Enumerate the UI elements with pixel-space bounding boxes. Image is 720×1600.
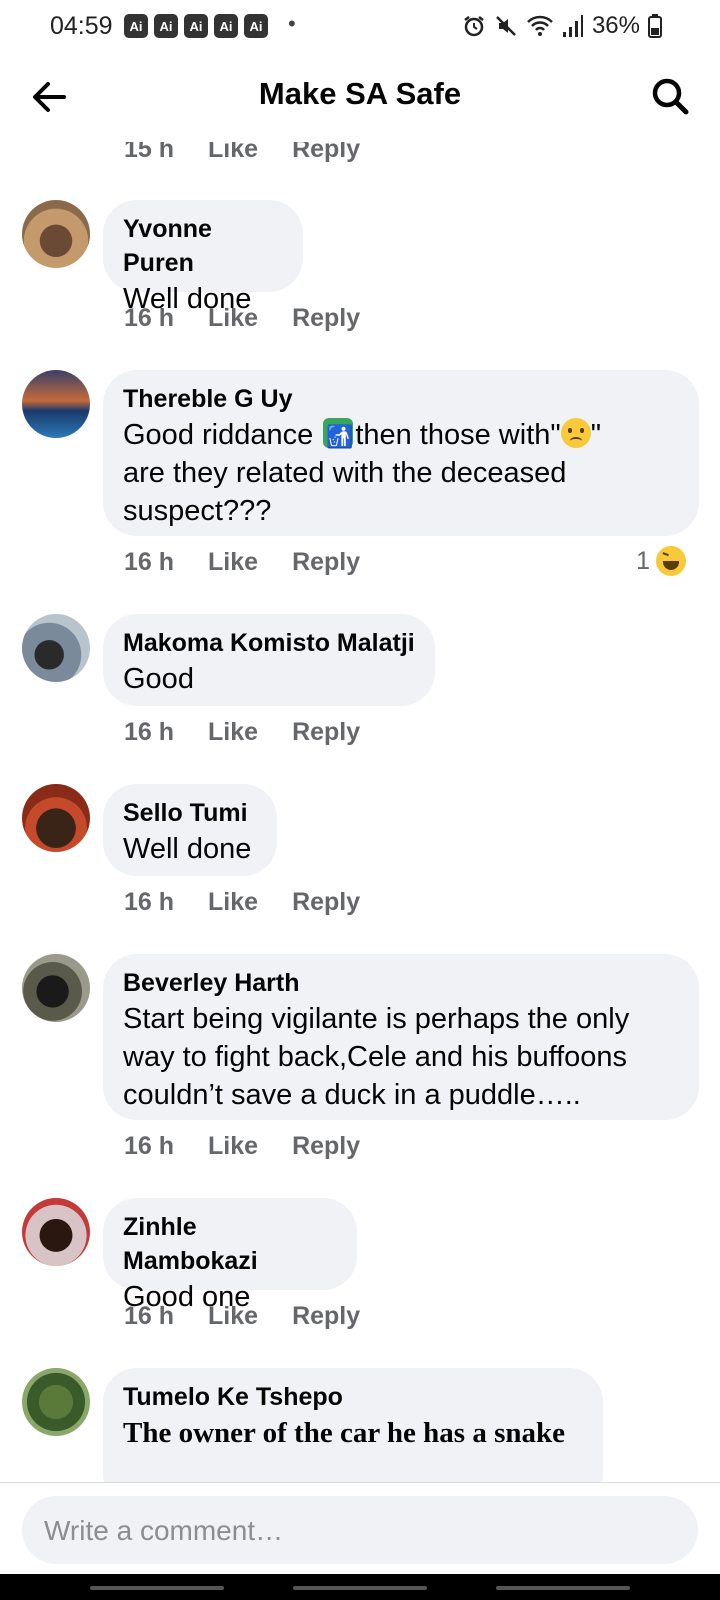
like-button[interactable]: Like bbox=[208, 548, 258, 577]
comment-author[interactable]: Thereble G Uy bbox=[123, 382, 679, 416]
reaction-summary[interactable]: 1 bbox=[636, 546, 686, 576]
comment-time: 16 h bbox=[124, 1302, 175, 1330]
comment-author[interactable]: Yvonne Puren bbox=[123, 212, 283, 280]
comment-time: 15 h bbox=[124, 142, 175, 163]
avatar[interactable] bbox=[22, 784, 90, 852]
avatar[interactable] bbox=[22, 614, 90, 682]
battery-percent: 36% bbox=[591, 12, 640, 39]
ai-notification-icon: Ai bbox=[244, 14, 268, 38]
nav-handle[interactable] bbox=[90, 1586, 224, 1590]
comment-actions: 16 h Like Reply bbox=[124, 718, 360, 747]
like-button[interactable]: Like bbox=[208, 142, 258, 164]
comment-bubble: Thereble G Uy Good riddance then those w… bbox=[103, 370, 699, 536]
reply-button[interactable]: Reply bbox=[292, 888, 360, 917]
comment-bubble: Sello Tumi Well done bbox=[103, 784, 277, 876]
comment-input[interactable] bbox=[42, 1496, 666, 1566]
comment-bubble: Yvonne Puren Well done bbox=[103, 200, 303, 315]
reply-button[interactable]: Reply bbox=[292, 304, 360, 333]
reply-button[interactable]: Reply bbox=[292, 718, 360, 747]
status-time: 04:59 bbox=[50, 12, 113, 40]
comment-actions: 16 h Like Reply bbox=[124, 1132, 360, 1161]
comment-text: The owner of the car he has a snake bbox=[123, 1417, 565, 1449]
like-button[interactable]: Like bbox=[208, 888, 258, 917]
nav-handle[interactable] bbox=[293, 1586, 427, 1590]
comment-actions: 15 h Like Reply bbox=[124, 142, 360, 164]
alarm-icon bbox=[464, 16, 484, 37]
comment-text-part: " bbox=[590, 419, 601, 451]
reply-button[interactable]: Reply bbox=[292, 548, 360, 577]
comment-author[interactable]: Sello Tumi bbox=[123, 796, 257, 830]
battery-charging-icon bbox=[648, 14, 662, 38]
comment-author[interactable]: Zinhle Mambokazi bbox=[123, 1210, 337, 1278]
comment-text-part: Good riddance bbox=[123, 419, 322, 451]
reaction-count: 1 bbox=[636, 546, 650, 575]
reply-button[interactable]: Reply bbox=[292, 1302, 360, 1331]
avatar[interactable] bbox=[22, 954, 90, 1022]
comment-text-part: are they related with the deceased suspe… bbox=[123, 457, 567, 527]
comment-time: 16 h bbox=[124, 1132, 175, 1160]
app-header: Make SA Safe bbox=[0, 52, 720, 142]
like-button[interactable]: Like bbox=[208, 1132, 258, 1161]
reply-button[interactable]: Reply bbox=[292, 142, 360, 164]
haha-reaction-icon bbox=[656, 546, 686, 576]
comment-text: Good bbox=[123, 663, 194, 695]
comments-list: 15 h Like Reply Yvonne Puren Well done 1… bbox=[0, 142, 720, 1482]
comment-bubble: Makoma Komisto Malatji Good bbox=[103, 614, 435, 706]
comment-time: 16 h bbox=[124, 548, 175, 576]
like-button[interactable]: Like bbox=[208, 718, 258, 747]
comment-time: 16 h bbox=[124, 888, 175, 916]
comment-bubble: Beverley Harth Start being vigilante is … bbox=[103, 954, 699, 1120]
comment-author[interactable]: Makoma Komisto Malatji bbox=[123, 626, 415, 660]
ai-notification-icon: Ai bbox=[214, 14, 238, 38]
comment-text: Well done bbox=[123, 833, 252, 865]
sad-face-emoji-icon bbox=[560, 418, 591, 448]
comment-text-part: then those with" bbox=[355, 419, 561, 451]
comment-text: Start being vigilante is perhaps the onl… bbox=[123, 1003, 630, 1111]
avatar[interactable] bbox=[22, 200, 90, 268]
avatar[interactable] bbox=[22, 1368, 90, 1436]
reply-button[interactable]: Reply bbox=[292, 1132, 360, 1161]
signal-icon bbox=[562, 15, 583, 37]
like-button[interactable]: Like bbox=[208, 1302, 258, 1331]
comment-bubble: Tumelo Ke Tshepo The owner of the car he… bbox=[103, 1368, 603, 1482]
comment-author[interactable]: Tumelo Ke Tshepo bbox=[123, 1380, 583, 1414]
ai-notification-icon: Ai bbox=[124, 14, 148, 38]
search-icon[interactable] bbox=[650, 76, 690, 116]
comment-actions: 16 h Like Reply bbox=[124, 888, 360, 917]
comment-time: 16 h bbox=[124, 718, 175, 746]
wifi-icon bbox=[527, 15, 553, 36]
comment-actions: 16 h Like Reply bbox=[124, 548, 360, 577]
composer-divider bbox=[0, 1482, 720, 1483]
comment-composer[interactable] bbox=[22, 1496, 698, 1566]
avatar[interactable] bbox=[22, 370, 90, 438]
comment-actions: 16 h Like Reply bbox=[124, 1302, 360, 1331]
nav-handle[interactable] bbox=[496, 1586, 630, 1590]
ai-notification-icon: Ai bbox=[184, 14, 208, 38]
like-button[interactable]: Like bbox=[208, 304, 258, 333]
comment-author[interactable]: Beverley Harth bbox=[123, 966, 679, 1000]
mute-icon bbox=[496, 16, 516, 36]
system-nav-bar bbox=[0, 1574, 720, 1600]
comment-actions: 16 h Like Reply bbox=[124, 304, 360, 333]
comment-text: Good riddance then those with" " are they … bbox=[123, 416, 679, 530]
page-title: Make SA Safe bbox=[258, 76, 462, 111]
status-icons: 36% bbox=[462, 12, 662, 40]
status-bar: 04:59 Ai Ai Ai Ai Ai • 36% bbox=[0, 0, 720, 52]
more-notifications-dot: • bbox=[288, 11, 296, 36]
notification-badges: Ai Ai Ai Ai Ai bbox=[124, 14, 268, 38]
avatar[interactable] bbox=[22, 1198, 90, 1266]
comment-bubble: Zinhle Mambokazi Good one bbox=[103, 1198, 357, 1313]
comment-time: 16 h bbox=[124, 304, 175, 332]
ai-notification-icon: Ai bbox=[154, 14, 178, 38]
litter-bin-emoji-icon bbox=[323, 418, 354, 456]
